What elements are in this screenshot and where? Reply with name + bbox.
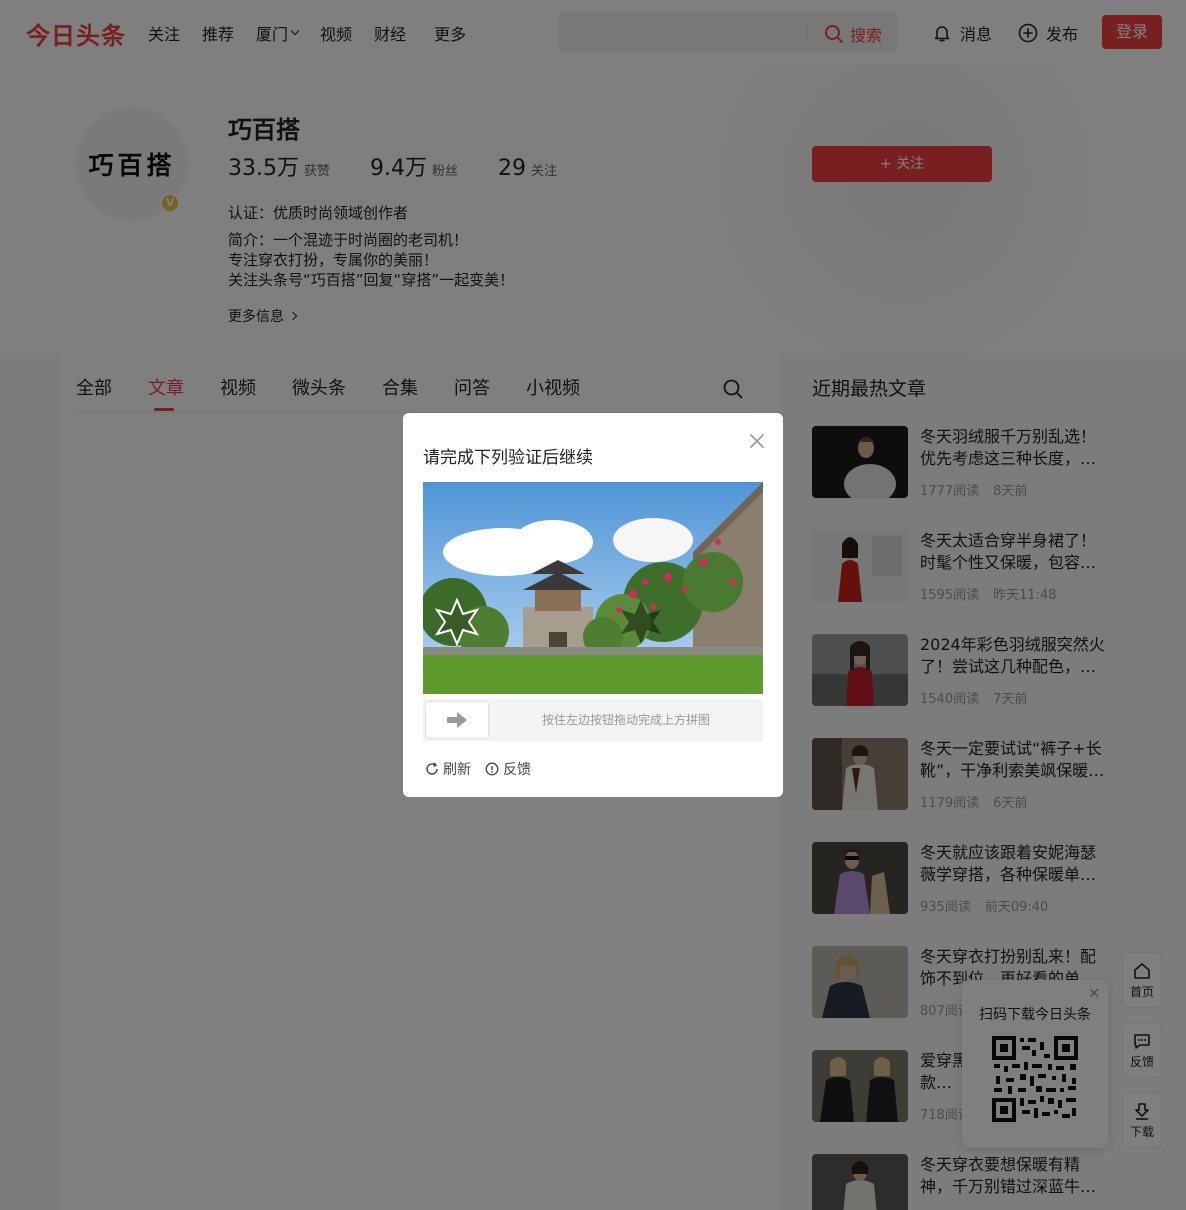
info-icon — [485, 762, 499, 776]
refresh-button[interactable]: 刷新 — [425, 759, 471, 779]
captcha-title: 请完成下列验证后继续 — [423, 448, 593, 468]
feedback-label: 反馈 — [503, 762, 531, 778]
refresh-label: 刷新 — [443, 762, 471, 778]
arrow-right-icon — [447, 712, 467, 728]
captcha-feedback-button[interactable]: 反馈 — [485, 759, 531, 779]
captcha-puzzle-image — [423, 482, 763, 694]
slider-hint: 按住左边按钮拖动完成上方拼图 — [541, 713, 710, 727]
refresh-icon — [426, 762, 438, 775]
captcha-actions: 刷新 反馈 — [425, 759, 545, 779]
close-icon[interactable] — [749, 433, 765, 449]
slider-handle[interactable] — [425, 701, 489, 739]
captcha-modal: 请完成下列验证后继续 按住左边按钮拖动完成上方拼图 刷新 反馈 — [403, 413, 783, 797]
captcha-slider-track: 按住左边按钮拖动完成上方拼图 — [423, 699, 763, 741]
